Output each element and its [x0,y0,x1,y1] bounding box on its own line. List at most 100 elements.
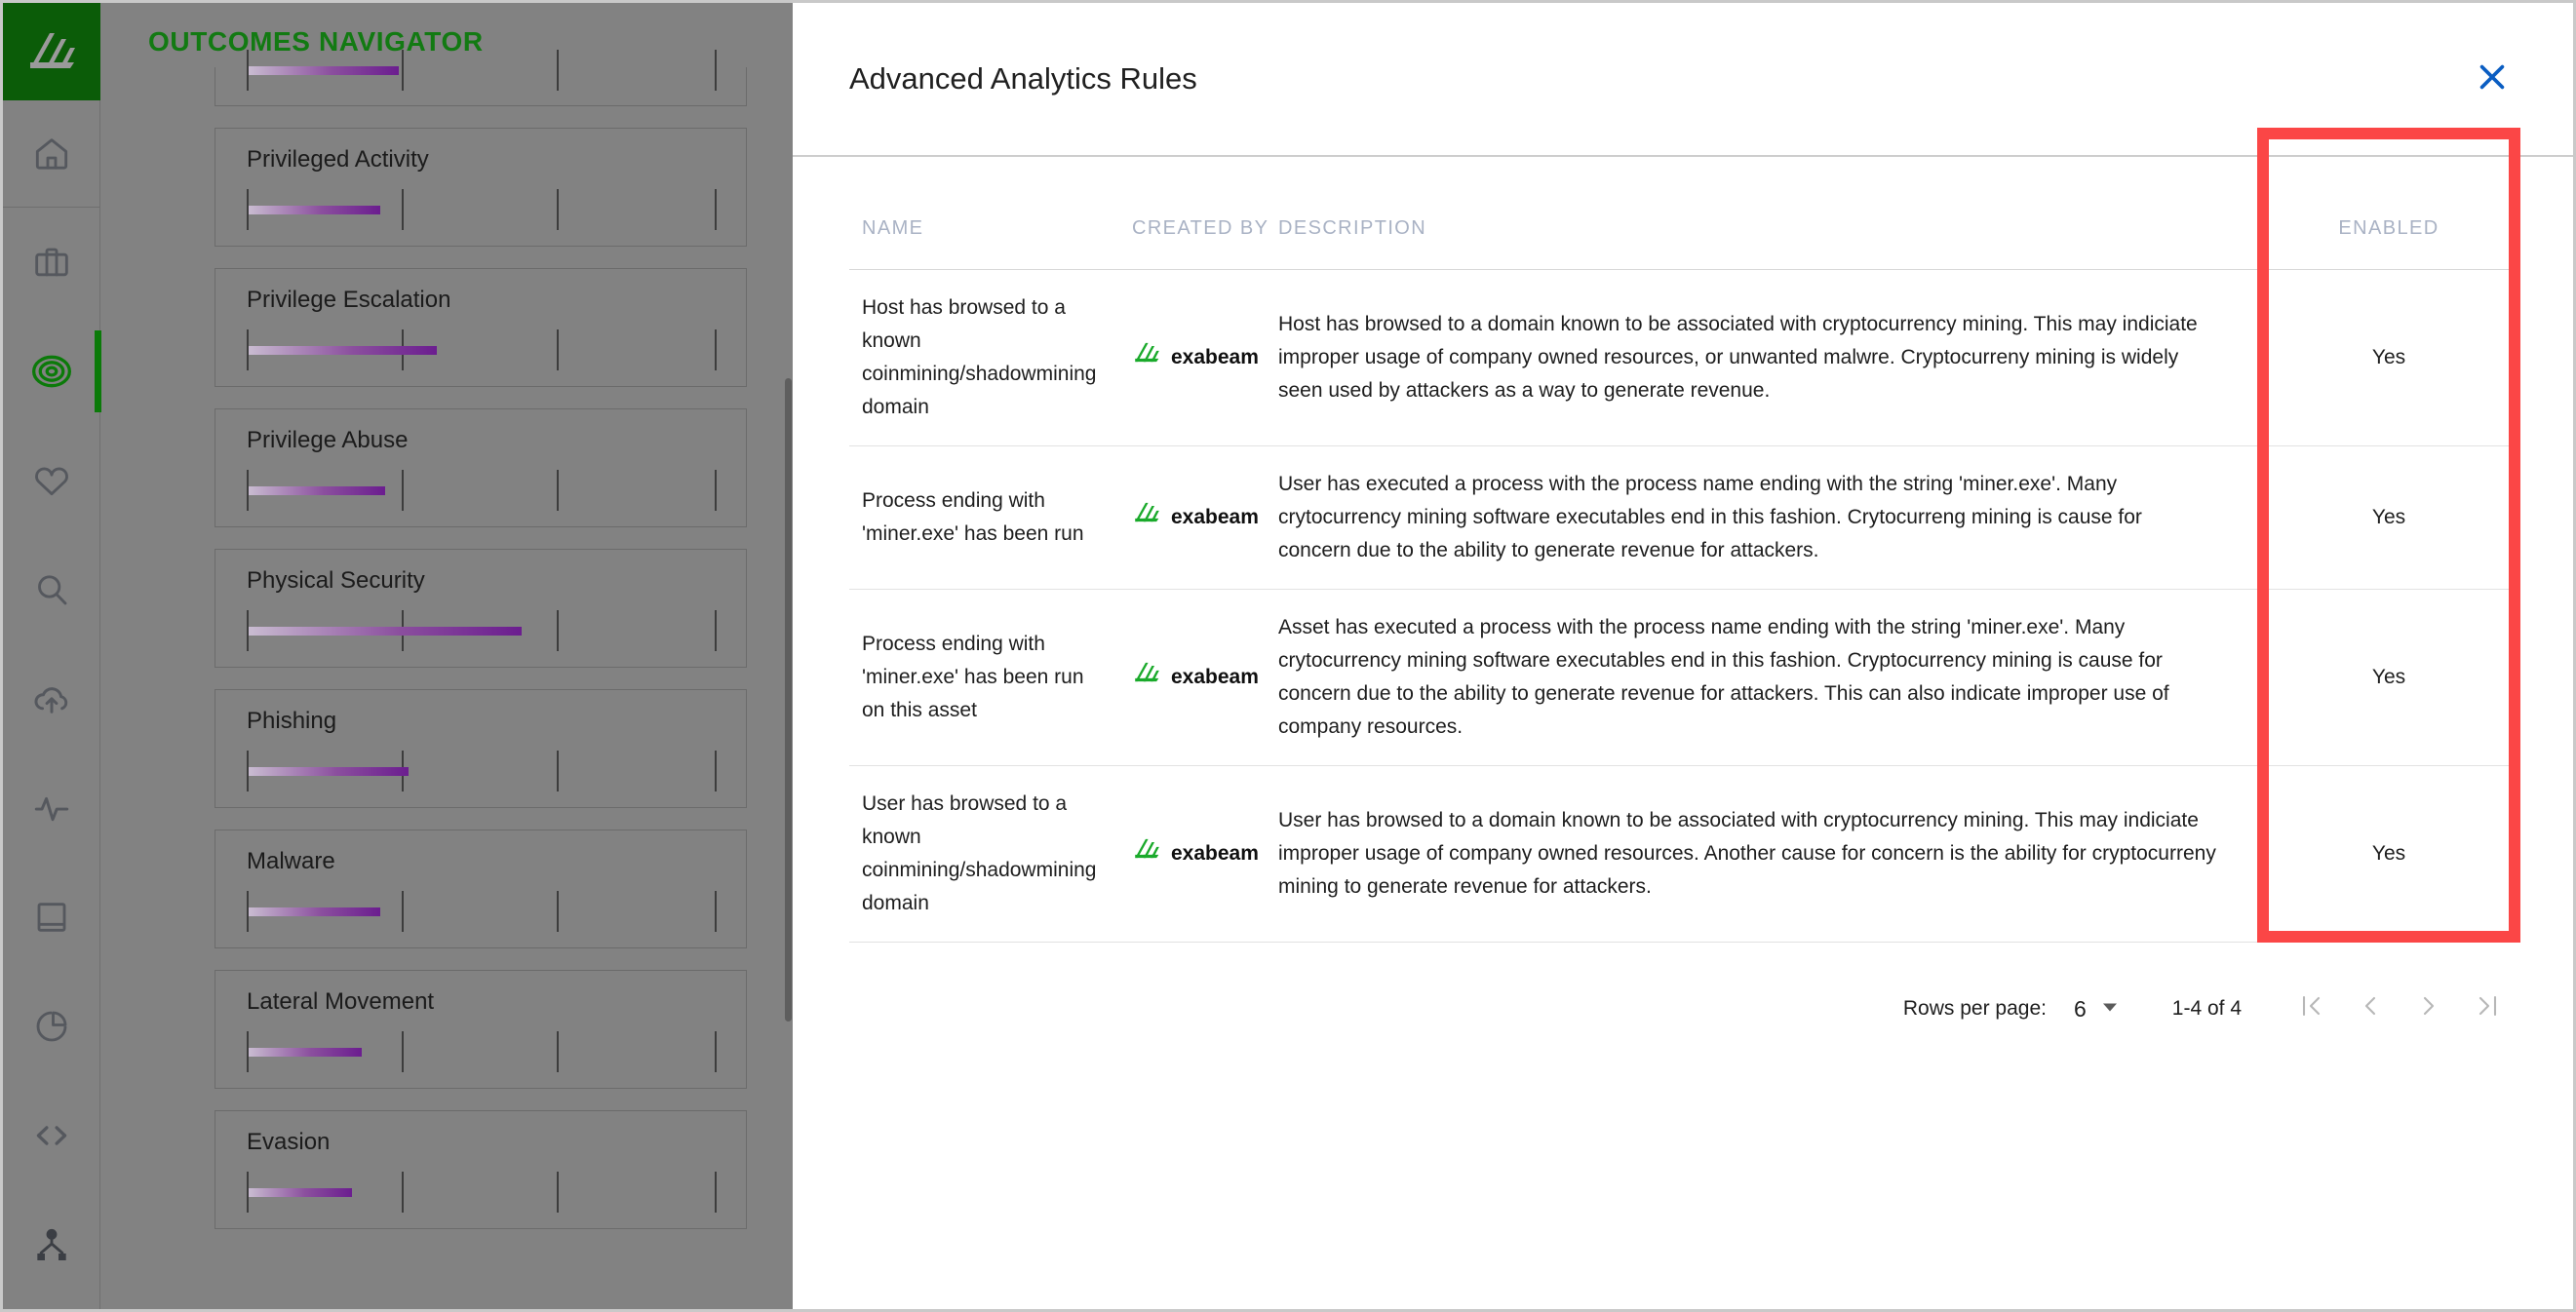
meter-tick [557,329,560,370]
exabeam-logo-icon [1132,500,1161,536]
panel-scrollbar[interactable] [783,3,793,1309]
outcome-meter [247,329,717,370]
cell-created-by: exabeam [1132,269,1278,447]
pagination-range-label: 1-4 of 4 [2171,997,2242,1021]
next-page-button[interactable] [2400,984,2458,1034]
outcome-meter [247,189,717,230]
table-row[interactable]: Process ending with 'miner.exe' has been… [849,445,2517,591]
outcomes-card-list[interactable]: Privileged Activity Privilege Escalation P… [101,50,793,1309]
sidebar-item-library[interactable] [3,863,100,972]
outcome-meter [247,470,717,511]
meter-bar [249,346,437,355]
table-row[interactable]: Host has browsed to a known coinmining/s… [849,269,2517,447]
outcome-card[interactable]: Evasion [215,1110,747,1229]
meter-tick [402,470,405,511]
created-by-badge: exabeam [1132,340,1259,376]
meter-tick [715,329,717,370]
meter-tick [557,751,560,791]
cell-description: Host has browsed to a domain known to be… [1278,269,2261,447]
meter-bar [249,206,380,214]
code-icon [30,1114,73,1157]
created-by-badge: exabeam [1132,660,1259,696]
sidebar-item-outcomes[interactable] [3,317,101,426]
brand-logo[interactable] [3,3,100,100]
cell-rule-name: Process ending with 'miner.exe' has been… [849,445,1132,591]
cell-enabled: Yes [2261,765,2517,944]
meter-bar [249,486,385,495]
sidebar-item-ingest[interactable] [3,644,100,753]
cell-rule-name: User has browsed to a known coinmining/s… [849,765,1132,944]
outcome-card[interactable]: Privilege Abuse [215,408,747,527]
sidebar-active-indicator [95,330,101,412]
sidebar-item-reports[interactable] [3,972,100,1081]
sidebar-item-cases[interactable] [3,208,100,317]
meter-tick [557,891,560,932]
table-row[interactable]: User has browsed to a known coinmining/s… [849,765,2517,944]
app-backdrop: OUTCOMES NAVIGATOR Privileged Activity Pr… [3,3,793,1309]
outcome-meter [247,610,717,651]
meter-tick [557,610,560,651]
sidebar-item-home[interactable] [3,100,100,208]
last-page-button[interactable] [2458,984,2517,1034]
rules-table-body: Host has browsed to a known coinmining/s… [849,269,2517,944]
meter-tick [557,50,560,91]
created-by-name: exabeam [1171,506,1259,529]
close-button[interactable] [2462,49,2522,109]
column-header-name[interactable]: NAME [849,157,1132,270]
sidebar-item-activity[interactable] [3,753,100,863]
outcome-card[interactable]: Lateral Movement [215,970,747,1089]
briefcase-icon [32,243,71,282]
sidebar-item-search[interactable] [3,535,100,644]
meter-tick [557,189,560,230]
rows-per-page-value: 6 [2073,995,2087,1022]
sidebar-item-developer[interactable] [3,1081,100,1190]
meter-tick [715,751,717,791]
first-page-button[interactable] [2283,984,2341,1034]
exabeam-logo-icon [1132,836,1161,872]
outcome-meter [247,891,717,932]
cell-enabled: Yes [2261,269,2517,447]
meter-tick [402,50,405,91]
outcome-card-title: Malware [247,848,335,874]
rules-table-wrapper: NAME CREATED BY DESCRIPTION ENABLED Host… [793,128,2573,944]
target-icon [30,350,73,393]
modal-header: Advanced Analytics Rules [793,3,2573,157]
meter-tick [715,610,717,651]
pulse-icon [31,788,72,829]
sidebar-icon-rail [3,3,101,1309]
previous-page-button[interactable] [2341,984,2400,1034]
outcome-card-clipped[interactable] [215,50,747,106]
created-by-badge: exabeam [1132,836,1259,872]
column-header-enabled[interactable]: ENABLED [2261,157,2517,270]
meter-bar [249,66,400,75]
outcome-card-title: Lateral Movement [247,988,435,1015]
panel-scrollbar-thumb[interactable] [785,378,792,1022]
column-header-created-by[interactable]: CREATED BY [1132,157,1278,270]
meter-bar [249,1188,353,1197]
outcome-card[interactable]: Physical Security [215,549,747,668]
exabeam-logo-icon [1132,340,1161,376]
book-icon [32,898,71,937]
outcome-card[interactable]: Phishing [215,689,747,808]
meter-tick [557,1031,560,1072]
column-header-description[interactable]: DESCRIPTION [1278,157,2261,270]
outcome-card[interactable]: Privileged Activity [215,128,747,247]
cloud-upload-icon [31,678,72,719]
table-row[interactable]: Process ending with 'miner.exe' has been… [849,589,2517,767]
cell-enabled: Yes [2261,589,2517,767]
meter-tick [402,1172,405,1213]
close-icon [2474,58,2511,100]
rows-per-page-select[interactable]: 6 [2074,996,2120,1023]
outcome-meter [247,1031,717,1072]
cell-description: User has executed a process with the pro… [1278,445,2261,591]
meter-tick [715,470,717,511]
outcome-card[interactable]: Malware [215,830,747,948]
pie-chart-icon [32,1007,71,1046]
cell-created-by: exabeam [1132,589,1278,767]
sidebar-item-topology[interactable] [3,1190,100,1299]
outcome-card-title: Phishing [247,708,337,734]
sidebar-item-health[interactable] [3,426,100,535]
meter-bar [249,907,380,916]
outcome-card[interactable]: Privilege Escalation [215,268,747,387]
outcome-meter [247,1172,717,1213]
